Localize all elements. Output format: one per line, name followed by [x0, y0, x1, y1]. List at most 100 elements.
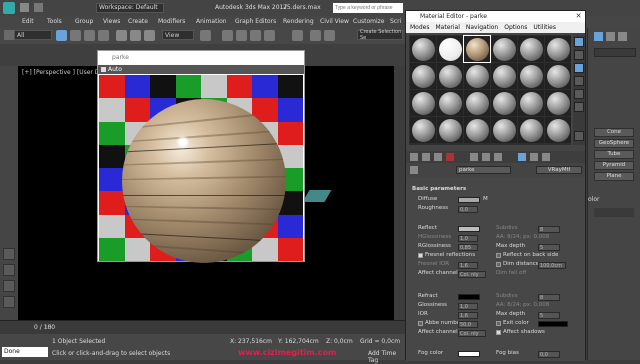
- refract-swatch[interactable]: [458, 294, 480, 300]
- sample-slot[interactable]: [410, 36, 436, 62]
- snap-icon[interactable]: [222, 30, 233, 41]
- fog-bias-spinner[interactable]: 0,0: [538, 351, 560, 358]
- ior-spinner[interactable]: 1,6: [458, 312, 478, 319]
- move-icon[interactable]: [116, 30, 127, 41]
- background-icon[interactable]: [574, 63, 584, 73]
- scale-icon[interactable]: [144, 30, 155, 41]
- sample-slot[interactable]: [410, 90, 436, 116]
- sample-slot[interactable]: [518, 117, 544, 143]
- menu-utilities[interactable]: Utilities: [533, 24, 556, 31]
- filter-dropdown[interactable]: All: [14, 30, 52, 40]
- menu-item-customize[interactable]: Customize: [353, 18, 385, 25]
- show-map-icon[interactable]: [518, 153, 526, 161]
- affect-shadows-checkbox[interactable]: [496, 330, 501, 335]
- menu-item-scripting[interactable]: Scri: [390, 18, 401, 25]
- named-selection-dropdown[interactable]: Create Selection Se: [357, 29, 403, 41]
- hglossiness-spinner[interactable]: 1,0: [458, 235, 478, 242]
- reset-map-icon[interactable]: [446, 153, 454, 161]
- video-color-check-icon[interactable]: [574, 89, 584, 99]
- modify-tab-icon[interactable]: [606, 32, 615, 41]
- fresnel-checkbox[interactable]: [418, 253, 423, 258]
- exit-color-swatch[interactable]: [538, 321, 568, 327]
- reference-coord-dropdown[interactable]: View: [162, 30, 194, 40]
- roughness-spinner[interactable]: 0,0: [458, 206, 478, 213]
- abbe-checkbox[interactable]: [418, 321, 423, 326]
- dim-distance-spinner[interactable]: 100,0cm: [538, 262, 566, 269]
- refract-max-depth-spinner[interactable]: 5: [538, 312, 560, 319]
- fog-color-swatch[interactable]: [458, 351, 480, 357]
- put-to-scene-icon[interactable]: [422, 153, 430, 161]
- uv-tiling-icon[interactable]: [574, 76, 584, 86]
- sample-type-icon[interactable]: [574, 37, 584, 47]
- sample-slot[interactable]: [463, 35, 491, 63]
- layout-tab-2[interactable]: [3, 264, 15, 276]
- material-name-field[interactable]: parke: [456, 166, 511, 174]
- save-icon[interactable]: [20, 3, 29, 12]
- abbe-spinner[interactable]: 50,0: [458, 321, 478, 328]
- dim-distance-checkbox[interactable]: [496, 262, 501, 267]
- section-title[interactable]: Basic parameters: [412, 186, 466, 192]
- select-object-icon[interactable]: [56, 30, 67, 41]
- sample-slot[interactable]: [545, 36, 571, 62]
- geometry-dropdown[interactable]: [594, 48, 636, 57]
- fresnel-ior-spinner[interactable]: 1,6: [458, 262, 478, 269]
- sample-slot[interactable]: [491, 36, 517, 62]
- reflect-swatch[interactable]: [458, 226, 480, 232]
- sample-slot[interactable]: [464, 117, 490, 143]
- align-icon[interactable]: [324, 30, 335, 41]
- layout-tab-1[interactable]: [3, 248, 15, 260]
- menu-item-modifiers[interactable]: Modifiers: [158, 18, 185, 25]
- sample-slot[interactable]: [545, 90, 571, 116]
- glossiness-spinner[interactable]: 1,0: [458, 303, 478, 310]
- menu-item-tools[interactable]: Tools: [47, 18, 62, 25]
- menu-item-views[interactable]: Views: [103, 18, 120, 25]
- hierarchy-tab-icon[interactable]: [618, 32, 627, 41]
- layout-tab-3[interactable]: [3, 280, 15, 292]
- create-tab-icon[interactable]: [594, 32, 603, 41]
- angle-snap-icon[interactable]: [236, 30, 247, 41]
- menu-item-civil-view[interactable]: Civil View: [320, 18, 349, 25]
- plane-button[interactable]: Plane: [594, 172, 634, 181]
- maxscript-listener[interactable]: Done: [2, 347, 48, 357]
- sample-slot[interactable]: [518, 63, 544, 89]
- select-by-name-icon[interactable]: [70, 30, 81, 41]
- make-preview-icon[interactable]: [574, 102, 584, 112]
- sample-slot[interactable]: [545, 117, 571, 143]
- go-to-parent-icon[interactable]: [542, 153, 550, 161]
- color-swatch[interactable]: [594, 208, 634, 217]
- layout-tab-4[interactable]: [3, 296, 15, 308]
- menu-item-create[interactable]: Create: [128, 18, 148, 25]
- menu-item-group[interactable]: Group: [75, 18, 93, 25]
- sample-slot[interactable]: [437, 36, 463, 62]
- tube-button[interactable]: Tube: [594, 150, 634, 159]
- subdivs-spinner[interactable]: 8: [538, 226, 560, 233]
- options-icon[interactable]: [574, 131, 584, 141]
- sample-slot[interactable]: [518, 36, 544, 62]
- menu-item-animation[interactable]: Animation: [196, 18, 227, 25]
- y-coordinate[interactable]: Y: 162,704cm: [278, 338, 319, 345]
- refract-subdivs-spinner[interactable]: 8: [538, 294, 560, 301]
- diffuse-swatch[interactable]: [458, 197, 480, 203]
- backlight-icon[interactable]: [574, 50, 584, 60]
- sample-slot[interactable]: [491, 90, 517, 116]
- sample-slot[interactable]: [491, 117, 517, 143]
- sample-slot[interactable]: [410, 117, 436, 143]
- menu-item-rendering[interactable]: Rendering: [283, 18, 314, 25]
- workspace-dropdown[interactable]: Workspace: Default: [96, 3, 164, 13]
- sample-slot[interactable]: [518, 90, 544, 116]
- sample-slot[interactable]: [491, 63, 517, 89]
- pyramid-button[interactable]: Pyramid: [594, 161, 634, 170]
- add-time-tag[interactable]: Add Time Tag: [368, 350, 405, 364]
- menu-options[interactable]: Options: [504, 24, 527, 31]
- z-coordinate[interactable]: Z: 0,0cm: [326, 338, 353, 345]
- auto-checkbox[interactable]: [101, 67, 106, 72]
- time-slider[interactable]: 0 / 100 15: [0, 320, 405, 334]
- rect-selection-icon[interactable]: [84, 30, 95, 41]
- assign-material-icon[interactable]: [434, 153, 442, 161]
- undo-icon[interactable]: [34, 3, 43, 12]
- menu-modes[interactable]: Modes: [410, 24, 429, 31]
- rglossiness-spinner[interactable]: 0,85: [458, 244, 478, 251]
- geosphere-button[interactable]: GeoSphere: [594, 139, 634, 148]
- get-material-icon[interactable]: [410, 153, 418, 161]
- sample-slot[interactable]: [437, 117, 463, 143]
